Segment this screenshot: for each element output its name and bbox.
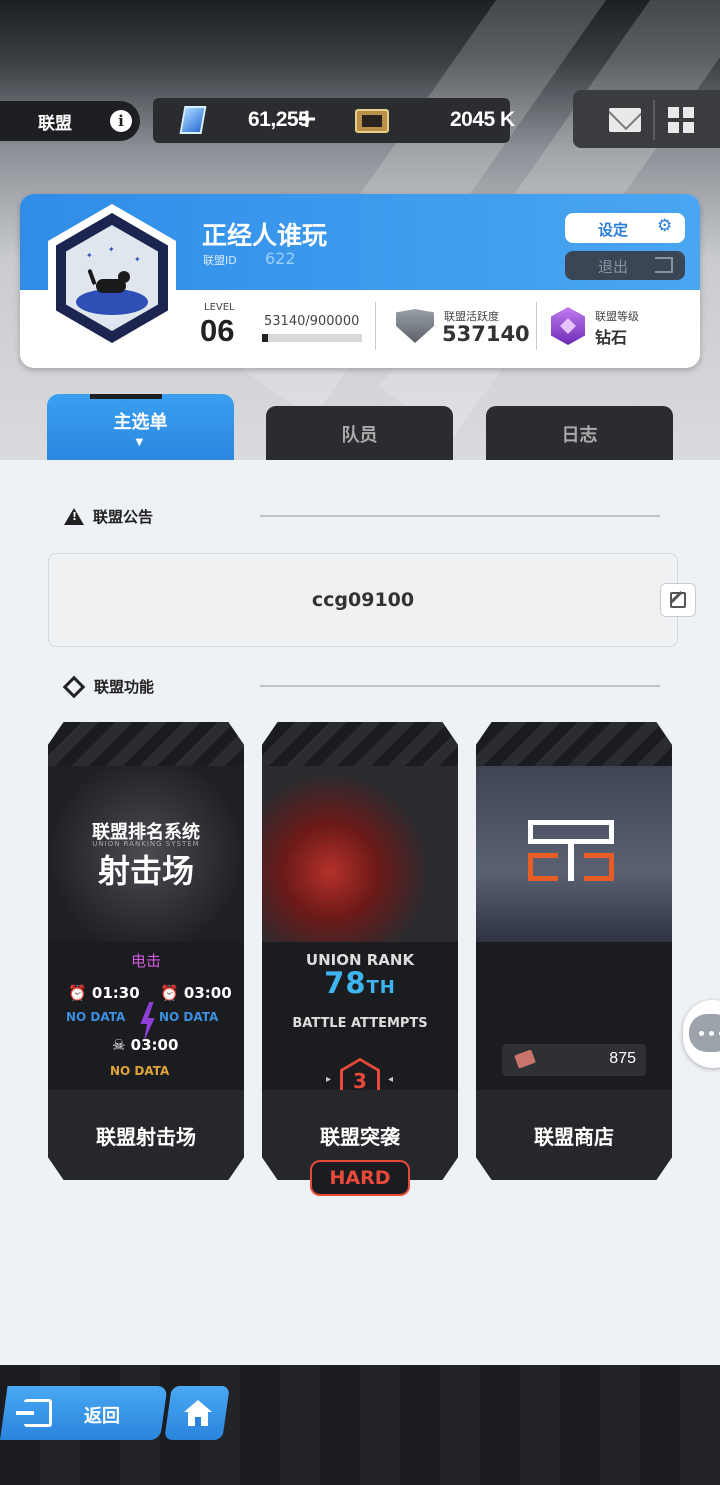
notice-box: ccg09100: [48, 553, 678, 647]
info-icon[interactable]: i: [110, 110, 132, 132]
hazard-stripes: [476, 722, 672, 766]
grade-value: 钻石: [595, 328, 628, 347]
back-label: 返回: [84, 1406, 120, 1427]
add-crystal-button[interactable]: +: [296, 104, 318, 134]
timer-2-value: 03:00: [183, 984, 232, 1002]
exit-button[interactable]: 退出: [565, 251, 685, 280]
tab-members[interactable]: 队员: [266, 406, 453, 462]
timer-2: ⏰ 03:00: [160, 984, 232, 1002]
star-icon: ✦: [108, 245, 115, 254]
star-icon: ✦: [86, 251, 93, 260]
exp-text: 53140/900000: [264, 314, 360, 329]
tab-label: 主选单: [113, 412, 168, 433]
cat-tail: [87, 268, 97, 286]
edit-notice-button[interactable]: [660, 583, 696, 617]
tab-notch: [90, 394, 162, 399]
exit-label: 退出: [598, 258, 629, 276]
difficulty-badge: HARD: [310, 1160, 410, 1196]
menu-grid-icon[interactable]: [668, 107, 694, 133]
divider: [536, 302, 537, 350]
divider: [375, 302, 376, 350]
triangle-left-icon: ◂: [388, 1074, 394, 1085]
tab-log[interactable]: 日志: [486, 406, 673, 462]
shooting-range-label: 联盟射击场: [48, 1090, 244, 1180]
settings-button[interactable]: 设定 ⚙: [565, 213, 685, 243]
shop-logo: [528, 820, 614, 884]
shop-currency-row: 875: [502, 1044, 646, 1076]
grade-label: 联盟等级: [595, 310, 639, 323]
rank-number: 78: [324, 966, 367, 1000]
shooting-title-line2: 射击场: [97, 852, 194, 890]
timer-3-value: 03:00: [130, 1036, 179, 1054]
union-id-label: 联盟ID: [203, 254, 237, 267]
shop-coin-icon: [514, 1049, 536, 1069]
tab-label: 日志: [561, 425, 598, 446]
timer-1-value: 01:30: [91, 984, 140, 1002]
warning-icon: [64, 508, 84, 525]
activity-value: 537140: [442, 322, 530, 346]
shop-currency-value: 875: [609, 1050, 636, 1067]
notice-text: ccg09100: [311, 589, 415, 611]
top-right-panel: [573, 90, 720, 148]
element-label: 电击: [130, 952, 161, 970]
notice-header-label: 联盟公告: [93, 508, 154, 526]
level-label: LEVEL: [204, 302, 235, 313]
mail-icon[interactable]: [609, 108, 641, 132]
timer-3: ☠ 03:00: [112, 1036, 179, 1054]
notice-section-header: 联盟公告: [64, 506, 153, 527]
battle-attempts-label: BATTLE ATTEMPTS: [292, 1016, 428, 1031]
no-data-2: NO DATA: [159, 1010, 219, 1024]
triangle-right-icon: ▸: [326, 1074, 332, 1085]
tab-label: 队员: [341, 425, 378, 446]
raid-boss-image: [262, 766, 458, 942]
home-icon: [184, 1400, 212, 1426]
star-icon: ✦: [134, 255, 141, 264]
exp-progress-fill: [262, 334, 268, 342]
chat-bubble-icon: [689, 1014, 720, 1052]
union-name: 正经人谁玩: [202, 221, 328, 250]
rank-suffix: TH: [366, 977, 396, 998]
hazard-stripes: [262, 722, 458, 766]
no-data-3: NO DATA: [110, 1064, 170, 1078]
union-shop-label: 联盟商店: [476, 1090, 672, 1180]
features-header-label: 联盟功能: [94, 678, 155, 696]
cat-head: [118, 271, 130, 283]
shooting-range-card[interactable]: 联盟排名系统 UNION RANKING SYSTEM 射击场 电击 ⏰ 01:…: [48, 722, 244, 1180]
ticket-icon: [355, 109, 389, 133]
timer-1: ⏰ 01:30: [68, 984, 140, 1002]
hazard-stripes: [48, 722, 244, 766]
union-raid-card[interactable]: UNION RANK 78TH BATTLE ATTEMPTS ▸ 3 ◂ 联盟…: [262, 722, 458, 1180]
union-rank-value: 78TH: [262, 966, 458, 1000]
no-data-1: NO DATA: [66, 1010, 126, 1024]
ticket-count: 2045 K: [450, 108, 515, 131]
gear-icon: ⚙: [657, 216, 673, 236]
level-value: 06: [200, 313, 235, 348]
divider: [260, 685, 660, 687]
union-id-value: 622: [265, 249, 296, 268]
diamond-outline-icon: [62, 675, 86, 698]
union-title: 联盟: [38, 113, 72, 134]
tab-main-menu[interactable]: 主选单 ▼: [47, 394, 234, 462]
divider: [653, 100, 655, 140]
union-title-pill: 联盟 i: [0, 101, 140, 141]
features-section-header: 联盟功能: [62, 675, 155, 698]
caret-down-icon: ▼: [135, 437, 144, 448]
settings-label: 设定: [598, 221, 629, 239]
divider: [260, 515, 660, 517]
exit-icon: [655, 257, 673, 273]
exp-progress-bar: [262, 334, 362, 342]
union-shop-card[interactable]: 875 联盟商店: [476, 722, 672, 1180]
back-icon: [16, 1399, 52, 1427]
